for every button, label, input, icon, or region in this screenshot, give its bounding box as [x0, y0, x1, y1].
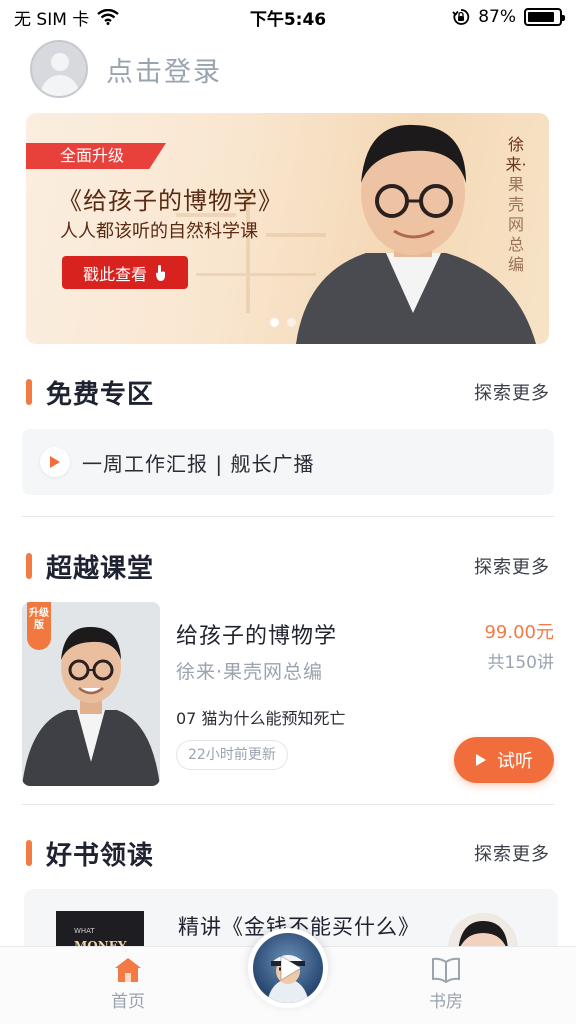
home-icon — [115, 958, 141, 982]
pagination-dot-1[interactable] — [270, 318, 279, 327]
login-prompt[interactable]: 点击登录 — [106, 50, 222, 89]
play-icon — [476, 754, 486, 766]
banner-title: 《给孩子的博物学》 — [58, 187, 283, 215]
course-lesson-count: 共150讲 — [487, 653, 554, 673]
free-audio-title: 一周工作汇报 | 舰长广播 — [82, 451, 315, 476]
accent-bar — [26, 553, 32, 579]
classroom-title-wrap: 超越课堂 — [26, 548, 154, 585]
free-zone-header: 免费专区 探索更多 — [26, 374, 550, 410]
course-cover[interactable]: 升级版 — [22, 602, 160, 786]
banner-view-button[interactable]: 戳此查看 — [62, 256, 188, 289]
speaker-sep: · — [521, 155, 527, 174]
books-title: 好书领读 — [46, 840, 155, 871]
avatar-head — [51, 53, 69, 71]
accent-bar — [26, 379, 32, 405]
update-time-badge: 22小时前更新 — [176, 740, 288, 770]
course-price: 99.00元 — [484, 622, 554, 643]
tab-home-label: 首页 — [111, 992, 145, 1012]
classroom-more-link[interactable]: 探索更多 — [474, 553, 550, 579]
accent-bar — [26, 840, 32, 866]
books-more-link[interactable]: 探索更多 — [474, 840, 550, 866]
free-audio-item[interactable]: 一周工作汇报 | 舰长广播 — [22, 429, 554, 495]
classroom-header: 超越课堂 探索更多 — [26, 548, 550, 584]
speaker-title: 果壳网总编 — [507, 175, 524, 274]
tab-library-label: 书房 — [429, 992, 463, 1012]
audio-player-button[interactable] — [248, 928, 328, 1008]
play-icon — [280, 955, 302, 981]
avatar[interactable] — [30, 40, 88, 98]
book-icon — [432, 957, 460, 983]
battery-icon — [524, 8, 565, 26]
status-left: 无 SIM 卡 — [14, 5, 120, 30]
status-right: 87% — [452, 7, 565, 27]
books-header: 好书领读 探索更多 — [26, 835, 550, 871]
pagination-dot-2[interactable] — [287, 318, 296, 327]
free-zone-title: 免费专区 — [46, 379, 155, 410]
carrier-label: 无 SIM 卡 — [14, 9, 90, 30]
free-zone-title-wrap: 免费专区 — [26, 374, 154, 411]
banner-tag: 全面升级 — [26, 143, 166, 169]
tab-library[interactable]: 书房 — [406, 957, 486, 1012]
play-icon[interactable] — [40, 447, 70, 477]
book-cover-small-text: WHAT — [74, 927, 95, 935]
tab-home[interactable]: 首页 — [88, 957, 168, 1012]
books-title-wrap: 好书领读 — [26, 835, 154, 872]
trial-label: 试听 — [497, 751, 533, 771]
avatar-body — [41, 75, 79, 96]
promo-banner[interactable]: 全面升级 《给孩子的博物学》 人人都该听的自然科学课 戳此查看 徐来·果壳网总编 — [26, 113, 549, 344]
banner-button-label: 戳此查看 — [82, 266, 147, 284]
hand-tap-icon — [156, 264, 165, 281]
battery-fill — [528, 12, 555, 22]
battery-percent: 87% — [478, 7, 516, 27]
free-zone-more-link[interactable]: 探索更多 — [474, 379, 550, 405]
upgrade-badge: 升级版 — [27, 602, 51, 650]
banner-subtitle: 人人都该听的自然科学课 — [60, 221, 258, 242]
divider — [22, 516, 554, 517]
login-row[interactable]: 点击登录 — [30, 40, 222, 98]
orientation-lock-icon — [452, 9, 470, 25]
classroom-title: 超越课堂 — [46, 553, 155, 584]
course-author: 徐来·果壳网总编 — [176, 661, 324, 683]
wifi-icon — [97, 9, 120, 25]
course-title[interactable]: 给孩子的博物学 — [176, 618, 337, 650]
status-bar: 无 SIM 卡 下午5:46 87% — [0, 0, 576, 34]
trial-listen-button[interactable]: 试听 — [454, 737, 554, 783]
speaker-caption: 徐来·果壳网总编 — [505, 135, 527, 275]
divider — [22, 804, 554, 805]
banner-pagination — [270, 318, 296, 327]
course-latest-episode[interactable]: 07 猫为什么能预知死亡 — [176, 705, 345, 729]
